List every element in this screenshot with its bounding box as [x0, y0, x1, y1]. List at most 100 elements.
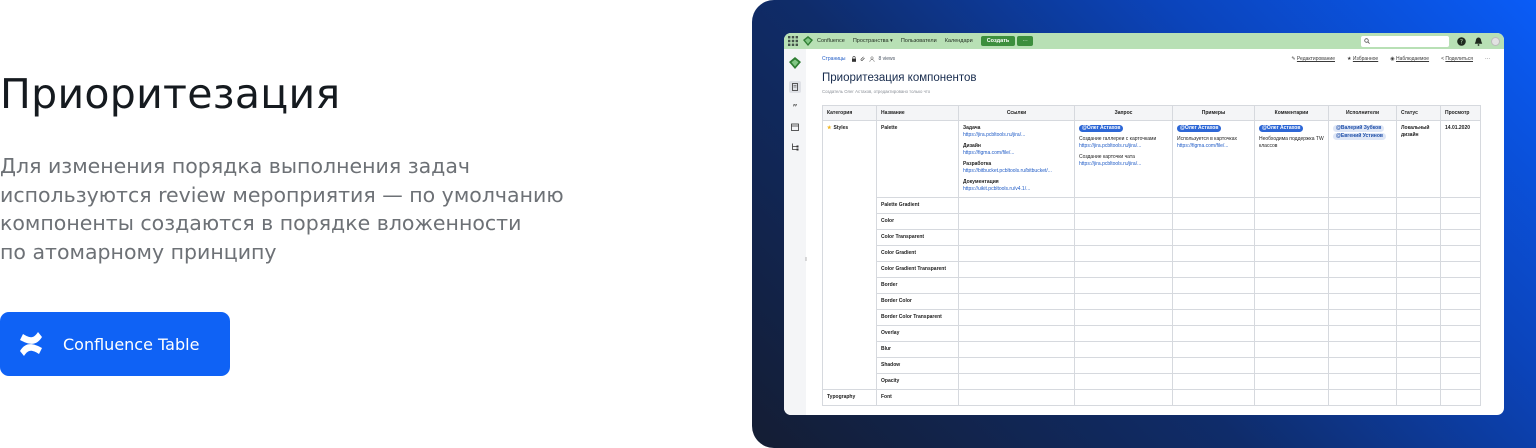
empty-cell[interactable] — [1074, 261, 1173, 278]
empty-cell[interactable] — [1172, 245, 1255, 262]
empty-cell[interactable] — [1074, 229, 1173, 246]
empty-cell[interactable] — [1440, 229, 1481, 246]
empty-cell[interactable] — [1440, 277, 1481, 294]
empty-cell[interactable] — [958, 373, 1075, 390]
example-url[interactable]: https://figma.com/file/... — [1177, 143, 1250, 150]
empty-cell[interactable] — [1440, 245, 1481, 262]
attachment-icon[interactable] — [860, 56, 866, 62]
request-url[interactable]: https://jira.pcbltools.ru/jira/... — [1079, 143, 1168, 150]
empty-cell[interactable] — [1396, 389, 1441, 406]
empty-cell[interactable] — [1254, 325, 1329, 342]
empty-cell[interactable] — [1172, 229, 1255, 246]
space-logo-icon[interactable] — [789, 57, 801, 69]
empty-cell[interactable] — [1254, 309, 1329, 326]
empty-cell[interactable] — [1440, 213, 1481, 230]
link-url[interactable]: https://bitbucket.pcbltools.ru/bitbucket… — [963, 168, 1070, 175]
empty-cell[interactable] — [1440, 197, 1481, 214]
column-header[interactable]: Комментарии — [1254, 105, 1329, 121]
viewers-icon[interactable] — [869, 56, 875, 62]
edit-button[interactable]: ✎ Редактирование — [1291, 56, 1335, 62]
column-header[interactable]: Ссылки — [958, 105, 1075, 121]
empty-cell[interactable] — [1328, 341, 1397, 358]
column-header[interactable]: Исполнители — [1328, 105, 1397, 121]
empty-cell[interactable] — [1172, 373, 1255, 390]
pages-icon[interactable] — [789, 81, 801, 93]
empty-cell[interactable] — [1254, 213, 1329, 230]
assignee-mention[interactable]: @Валерий Зубков — [1333, 125, 1385, 132]
topbar-app-name[interactable]: Confluence — [817, 38, 845, 44]
user-avatar[interactable] — [1491, 36, 1500, 46]
empty-cell[interactable] — [1074, 389, 1173, 406]
empty-cell[interactable] — [1396, 341, 1441, 358]
empty-cell[interactable] — [1254, 341, 1329, 358]
empty-cell[interactable] — [1440, 293, 1481, 310]
empty-cell[interactable] — [1328, 213, 1397, 230]
assignee-mention[interactable]: @Евгений Устинов — [1333, 133, 1386, 140]
empty-cell[interactable] — [1328, 325, 1397, 342]
empty-cell[interactable] — [1328, 261, 1397, 278]
empty-cell[interactable] — [1396, 229, 1441, 246]
empty-cell[interactable] — [1254, 229, 1329, 246]
create-more-button[interactable]: ··· — [1017, 36, 1033, 46]
empty-cell[interactable] — [958, 325, 1075, 342]
watch-button[interactable]: ◉ Наблюдаемое — [1390, 56, 1429, 62]
empty-cell[interactable] — [1396, 373, 1441, 390]
empty-cell[interactable] — [1074, 277, 1173, 294]
empty-cell[interactable] — [1328, 309, 1397, 326]
empty-cell[interactable] — [1396, 325, 1441, 342]
empty-cell[interactable] — [1328, 197, 1397, 214]
empty-cell[interactable] — [1074, 213, 1173, 230]
page-tree-icon[interactable] — [789, 141, 801, 153]
more-actions-button[interactable]: ··· — [1485, 56, 1490, 62]
empty-cell[interactable] — [1254, 197, 1329, 214]
user-mention[interactable]: @Олег Астахов — [1079, 125, 1124, 132]
empty-cell[interactable] — [958, 309, 1075, 326]
empty-cell[interactable] — [958, 197, 1075, 214]
user-mention[interactable]: @Олег Астахов — [1259, 125, 1304, 132]
help-icon[interactable]: ? — [1457, 36, 1466, 46]
confluence-table-button[interactable]: Confluence Table — [0, 312, 230, 376]
column-header[interactable]: Категория — [822, 105, 877, 121]
empty-cell[interactable] — [1328, 293, 1397, 310]
empty-cell[interactable] — [1328, 277, 1397, 294]
breadcrumb-pages-link[interactable]: Страницы — [822, 56, 845, 62]
empty-cell[interactable] — [1396, 245, 1441, 262]
empty-cell[interactable] — [1396, 213, 1441, 230]
lock-icon[interactable] — [851, 56, 857, 62]
blog-quote-icon[interactable]: ” — [789, 101, 801, 113]
sidebar-collapse-handle[interactable]: ‖ — [805, 257, 807, 263]
empty-cell[interactable] — [1440, 261, 1481, 278]
column-header[interactable]: Просмотр — [1440, 105, 1481, 121]
empty-cell[interactable] — [958, 245, 1075, 262]
empty-cell[interactable] — [1074, 325, 1173, 342]
topbar-nav-people[interactable]: Пользователи — [901, 38, 937, 44]
topbar-nav-spaces[interactable]: Пространства ▾ — [853, 38, 893, 44]
empty-cell[interactable] — [1172, 197, 1255, 214]
empty-cell[interactable] — [1074, 373, 1173, 390]
empty-cell[interactable] — [1254, 277, 1329, 294]
topbar-nav-calendars[interactable]: Календари — [945, 38, 973, 44]
empty-cell[interactable] — [1254, 373, 1329, 390]
empty-cell[interactable] — [1440, 357, 1481, 374]
empty-cell[interactable] — [1254, 245, 1329, 262]
favourite-button[interactable]: ★ Избранное — [1347, 56, 1378, 62]
empty-cell[interactable] — [1440, 309, 1481, 326]
empty-cell[interactable] — [1328, 357, 1397, 374]
column-header[interactable]: Запрос — [1074, 105, 1173, 121]
empty-cell[interactable] — [1172, 213, 1255, 230]
empty-cell[interactable] — [1328, 373, 1397, 390]
app-switcher-icon[interactable] — [788, 36, 798, 46]
empty-cell[interactable] — [1396, 357, 1441, 374]
empty-cell[interactable] — [1328, 245, 1397, 262]
empty-cell[interactable] — [1074, 341, 1173, 358]
empty-cell[interactable] — [1254, 357, 1329, 374]
empty-cell[interactable] — [1396, 197, 1441, 214]
empty-cell[interactable] — [1440, 325, 1481, 342]
empty-cell[interactable] — [1172, 293, 1255, 310]
empty-cell[interactable] — [1254, 293, 1329, 310]
column-header[interactable]: Статус — [1396, 105, 1441, 121]
empty-cell[interactable] — [1396, 261, 1441, 278]
empty-cell[interactable] — [1172, 277, 1255, 294]
link-url[interactable]: https://uikit.pcbltools.ru/v4.1/... — [963, 186, 1070, 193]
empty-cell[interactable] — [958, 389, 1075, 406]
